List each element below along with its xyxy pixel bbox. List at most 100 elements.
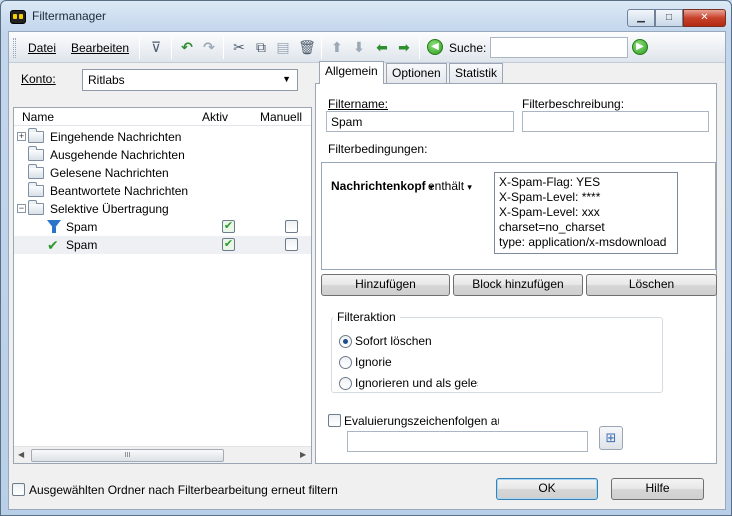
filter-label: Spam xyxy=(66,238,98,252)
delete-condition-button[interactable]: Löschen xyxy=(586,274,717,296)
redo-icon[interactable]: ↷ xyxy=(200,38,218,56)
expand-icon[interactable]: + xyxy=(17,132,26,141)
filtername-input[interactable]: Spam xyxy=(326,111,514,132)
tree-row-folder[interactable]: + Eingehende Nachrichten xyxy=(14,128,311,146)
close-button[interactable]: ✕ xyxy=(683,9,726,27)
aktiv-checkbox[interactable]: ✔ xyxy=(222,220,235,233)
minimize-button[interactable]: ▁ xyxy=(627,9,655,27)
add-condition-button[interactable]: Hinzufügen xyxy=(321,274,450,296)
evaluation-input[interactable] xyxy=(347,431,588,452)
condition-value-list[interactable]: X-Spam-Flag: YES X-Spam-Level: **** X-Sp… xyxy=(494,172,678,254)
condition-operator-dropdown[interactable]: enthält ▾ xyxy=(428,179,472,193)
tree-row-filter[interactable]: Spam ✔ xyxy=(14,218,311,236)
tab-optionen[interactable]: Optionen xyxy=(386,63,447,83)
collapse-icon[interactable]: − xyxy=(17,204,26,213)
move-left-icon[interactable]: ⬅ xyxy=(373,38,391,56)
radio-label[interactable]: Ignorie xyxy=(355,355,392,369)
folder-label: Eingehende Nachrichten xyxy=(50,130,182,144)
folder-icon xyxy=(28,128,44,143)
account-selected: Ritlabs xyxy=(88,73,125,87)
menu-bearbeiten[interactable]: Bearbeiten xyxy=(71,41,129,55)
folder-icon xyxy=(28,200,44,215)
horizontal-scrollbar[interactable]: ◀ III ▶ xyxy=(14,446,311,463)
copy-icon[interactable]: ⧉ xyxy=(252,38,270,56)
filtermanager-window: Filtermanager ▁ □ ✕ Datei Bearbeiten ⊽ ↶… xyxy=(0,0,732,516)
filtername-label: Filtername: xyxy=(328,97,389,111)
move-down-icon[interactable]: ⬇ xyxy=(350,38,368,56)
radio-sofort-loeschen[interactable] xyxy=(339,335,352,348)
cut-icon[interactable]: ✂ xyxy=(230,38,248,56)
move-right-icon[interactable]: ➡ xyxy=(395,38,413,56)
condition-value-line: charset=no_charset xyxy=(499,220,605,234)
toolbar-separator xyxy=(419,37,420,59)
condition-value-line: X-Spam-Level: **** xyxy=(499,190,601,204)
radio-label[interactable]: Ignorieren und als geles xyxy=(355,376,478,390)
toolbar-separator xyxy=(321,37,322,59)
tree-row-folder[interactable]: − Selektive Übertragung xyxy=(14,200,311,218)
account-label: Konto: xyxy=(21,72,56,86)
hilfe-button[interactable]: Hilfe xyxy=(611,478,704,500)
toolbar-grip[interactable] xyxy=(13,38,16,58)
move-up-icon[interactable]: ⬆ xyxy=(328,38,346,56)
paste-icon[interactable]: ▤ xyxy=(274,38,292,56)
condition-value-line: X-Spam-Level: xxx xyxy=(499,205,600,219)
filterbeschreibung-input[interactable] xyxy=(522,111,709,132)
folder-icon xyxy=(28,182,44,197)
tab-statistik[interactable]: Statistik xyxy=(449,63,504,83)
folder-label: Gelesene Nachrichten xyxy=(50,166,169,180)
manuell-checkbox[interactable] xyxy=(285,238,298,251)
radio-label[interactable]: Sofort löschen xyxy=(355,334,432,348)
add-block-button[interactable]: Block hinzufügen xyxy=(453,274,583,296)
tree-row-folder[interactable]: Gelesene Nachrichten xyxy=(14,164,311,182)
tree-row-filter-selected[interactable]: ✔ Spam ✔ xyxy=(14,236,311,254)
condition-value-line: type: application/x-msdownload xyxy=(499,235,667,249)
folder-icon xyxy=(28,146,44,161)
account-select[interactable]: Ritlabs ▼ xyxy=(82,69,298,91)
delete-icon[interactable]: 🗑 xyxy=(298,38,316,56)
filter-tree: Name Aktiv Manuell + Eingehende Nachrich… xyxy=(13,107,312,464)
condition-value-line: X-Spam-Flag: YES xyxy=(499,175,601,189)
folder-label: Beantwortete Nachrichten xyxy=(50,184,189,198)
menu-datei[interactable]: Datei xyxy=(28,41,56,55)
column-manuell[interactable]: Manuell xyxy=(260,110,302,124)
toolbar: Datei Bearbeiten ⊽ ↶ ↷ ✂ ⧉ ▤ 🗑 ⬆ ⬇ ⬅ ➡ ◀… xyxy=(9,32,725,63)
ok-button[interactable]: OK xyxy=(496,478,598,500)
manuell-checkbox[interactable] xyxy=(285,220,298,233)
chevron-down-icon: ▼ xyxy=(282,74,291,84)
column-name[interactable]: Name xyxy=(22,110,54,124)
filterbedingungen-label: Filterbedingungen: xyxy=(328,142,428,156)
chevron-down-icon: ▾ xyxy=(467,182,472,192)
title-bar: Filtermanager ▁ □ ✕ xyxy=(1,1,731,31)
tab-allgemein[interactable]: Allgemein xyxy=(319,61,384,84)
new-filter-icon[interactable]: ⊽ xyxy=(147,38,165,56)
folder-label: Selektive Übertragung xyxy=(50,202,169,216)
evaluation-label[interactable]: Evaluierungszeichenfolgen au xyxy=(344,414,499,428)
tree-header: Name Aktiv Manuell xyxy=(14,108,311,126)
scroll-left-icon[interactable]: ◀ xyxy=(18,450,24,459)
undo-icon[interactable]: ↶ xyxy=(178,38,196,56)
column-aktiv[interactable]: Aktiv xyxy=(202,110,228,124)
radio-ignorie[interactable] xyxy=(339,356,352,369)
tree-row-folder[interactable]: Beantwortete Nachrichten xyxy=(14,182,311,200)
search-back-icon[interactable]: ◀ xyxy=(427,39,443,55)
toolbar-separator xyxy=(223,37,224,59)
radio-ignorieren-gelesen[interactable] xyxy=(339,377,352,390)
search-input[interactable] xyxy=(490,37,628,58)
tree-structure-icon[interactable]: ⊞ xyxy=(599,426,623,450)
scroll-right-icon[interactable]: ▶ xyxy=(300,450,306,459)
evaluation-checkbox[interactable] xyxy=(328,414,341,427)
refilter-label[interactable]: Ausgewählten Ordner nach Filterbearbeitu… xyxy=(29,483,338,497)
tree-row-folder[interactable]: Ausgehende Nachrichten xyxy=(14,146,311,164)
filter-funnel-icon xyxy=(47,220,61,233)
condition-field-dropdown[interactable]: Nachrichtenkopf ▾ xyxy=(331,179,434,193)
refilter-checkbox[interactable] xyxy=(12,483,25,496)
search-go-icon[interactable]: ▶ xyxy=(632,39,648,55)
toolbar-separator xyxy=(171,37,172,59)
aktiv-checkbox[interactable]: ✔ xyxy=(222,238,235,251)
filter-label: Spam xyxy=(66,220,98,234)
maximize-button[interactable]: □ xyxy=(655,9,683,27)
folder-icon xyxy=(28,164,44,179)
window-title: Filtermanager xyxy=(32,9,107,23)
folder-label: Ausgehende Nachrichten xyxy=(50,148,185,162)
scroll-thumb[interactable]: III xyxy=(31,449,224,462)
